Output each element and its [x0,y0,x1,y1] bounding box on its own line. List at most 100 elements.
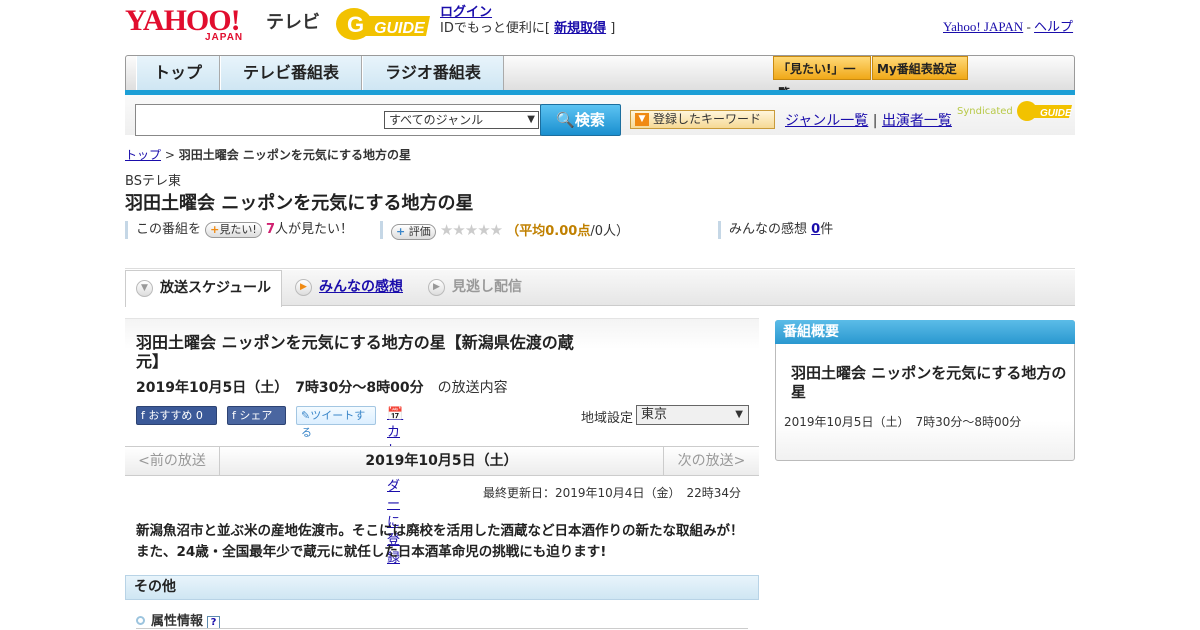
mitai-list-button[interactable]: 「見たい!」一覧 [773,56,871,100]
facebook-share-button[interactable]: f シェア [227,406,286,425]
search-icon: 🔍 [556,111,575,129]
rate-button[interactable]: + 評価 [391,224,436,240]
rating-close: /0人） [590,224,629,239]
tweet-button[interactable]: ✎ツイートする [296,406,376,439]
page-title: 羽田土曜会 ニッポンを元気にする地方の星 [125,193,474,214]
rating-stars-icon: ★★★★★ [439,221,503,239]
syndicated-gguide-badge: Syndicated GUIDE [957,100,1074,122]
region-select-value: 東京 [641,407,668,422]
dropdown-triangle-icon: ▼ [635,113,649,126]
facebook-recommend-label: おすすめ 0 [148,409,203,422]
gguide-logo[interactable]: G GUIDE [334,6,434,42]
genre-links: ジャンル一覧 | 出演者一覧 [785,110,952,130]
rating-open: （平均 [506,224,546,239]
episode-time-suffix: の放送内容 [437,380,508,396]
episode-description: 新潟魚沼市と並ぶ米の産地佐渡市。そこには廃校を活用した酒蔵など日本酒作りの新たな… [136,523,744,560]
help-link[interactable]: ヘルプ [1034,19,1073,34]
attribute-divider [136,628,748,629]
episode-title: 羽田土曜会 ニッポンを元気にする地方の星【新潟県佐渡の蔵元】 [136,333,574,371]
search-button[interactable]: 🔍検索 [540,104,621,136]
genre-select-value: すべてのジャンル [389,113,484,127]
breadcrumb: トップ > 羽田土曜会 ニッポンを元気にする地方の星 [125,146,411,163]
breadcrumb-current: 羽田土曜会 ニッポンを元気にする地方の星 [178,148,412,162]
syndicated-text: Syndicated [957,106,1013,117]
breadcrumb-separator: > [161,148,179,162]
plus-icon: + [396,225,406,238]
tv-label: テレビ [266,12,320,33]
rating-info: + 評価 ★★★★★ （平均0.00点/0人） [380,221,629,240]
tab-missed-streaming: ▶ 見逃し配信 [418,270,522,306]
nav-tab-tv-schedule[interactable]: テレビ番組表 [220,56,362,90]
breadcrumb-top-link[interactable]: トップ [125,148,161,162]
rate-pill-label: 評価 [408,225,431,238]
other-section-heading: その他 [125,575,759,600]
want-suffix: 人が見たい！ [274,222,353,237]
last-updated: 最終更新日：2019年10月4日（金） 22時34分 [483,486,741,500]
syndicated-gguide-text: GUIDE [1040,108,1072,119]
gguide-logo-text: GUIDE [374,20,426,37]
program-summary-heading: 番組概要 [775,320,1075,344]
region-label: 地域設定 [581,411,634,426]
program-tabs: ▼ 放送スケジュール ▶ みんなの感想 ▶ 見逃し配信 [125,270,1075,307]
region-select[interactable]: 東京 ▼ [636,405,749,425]
prev-broadcast-button[interactable]: <前の放送 [125,447,220,475]
want-to-watch-info: この番組を +見たい! 7人が見たい！ [125,221,353,239]
current-broadcast-date: 2019年10月5日（土） [365,453,518,469]
attribute-info-label: 属性情報 [151,614,204,629]
header-links: Yahoo! JAPAN - ヘルプ [943,16,1073,35]
main-nav: トップ テレビ番組表 ラジオ番組表 「見たい!」一覧 My番組表設定 [125,55,1075,100]
my-program-settings-button[interactable]: My番組表設定 [872,56,968,80]
rating-average: 0.00点 [545,224,591,239]
tab-reviews-label: みんなの感想 [319,279,403,295]
dropdown-arrow-icon: ▼ [527,114,535,125]
tab-schedule-label: 放送スケジュール [160,280,272,296]
impressions-suffix: 件 [820,222,834,237]
channel-name: BSテレ東 [125,174,181,189]
tab-everyone-reviews[interactable]: ▶ みんなの感想 [285,270,403,306]
impressions-count-link[interactable]: 0 [811,222,820,237]
attribute-info: 属性情報? [136,610,221,629]
calendar-icon: 📅 [387,407,404,422]
impressions-info: みんなの感想 0件 [718,221,833,239]
impressions-prefix: みんなの感想 [729,222,812,237]
twitter-bird-icon: ✎ [301,409,311,422]
tabs-top-divider [125,268,1075,269]
genre-list-link[interactable]: ジャンル一覧 [785,113,868,129]
want-count: 7 [265,222,275,237]
facebook-share-label: シェア [239,409,273,422]
link-divider: | [868,113,882,129]
next-broadcast-button[interactable]: 次の放送> [663,447,759,475]
dropdown-arrow-icon: ▼ [735,409,743,420]
facebook-recommend-button[interactable]: f おすすめ 0 [136,406,217,425]
program-summary-time: 2019年10月5日（土） 7時30分～8時00分 [784,415,1022,429]
login-link[interactable]: ログイン [440,5,492,20]
registered-keyword-button[interactable]: ▼ 登録したキーワード [630,110,775,129]
login-sub-suffix: ] [606,21,616,36]
register-link[interactable]: 新規取得 [554,21,606,36]
tab-broadcast-schedule[interactable]: ▼ 放送スケジュール [125,270,282,307]
nav-tab-top[interactable]: トップ [136,56,220,90]
want-to-watch-button[interactable]: +見たい! [205,222,262,238]
search-button-label: 検索 [574,111,605,129]
login-block: ログイン IDでもっと便利に[ 新規取得 ] [440,5,615,37]
tab-vod-label: 見逃し配信 [452,279,522,295]
want-pill-label: 見たい! [219,223,257,236]
genre-select[interactable]: すべてのジャンル ▼ [384,111,539,129]
chevron-right-icon: ▶ [295,279,312,296]
chevron-right-icon: ▶ [428,279,445,296]
login-sub-prefix: IDでもっと便利に[ [440,21,555,36]
episode-time: 2019年10月5日（土） 7時30分～8時00分 の放送内容 [136,377,508,397]
bullet-icon [136,616,145,625]
japan-logo-text: JAPAN [205,32,244,43]
nav-tab-radio-schedule[interactable]: ラジオ番組表 [362,56,504,90]
yahoo-japan-link[interactable]: Yahoo! JAPAN [943,19,1023,34]
episode-time-value: 2019年10月5日（土） 7時30分～8時00分 [136,380,424,396]
yahoo-japan-logo[interactable]: YAHOO! JAPAN [125,6,242,44]
svg-text:G: G [347,12,364,37]
broadcast-date-nav: <前の放送 2019年10月5日（土） 次の放送> [125,446,759,476]
plus-icon: + [210,223,220,236]
header-separator: - [1023,19,1035,34]
chevron-down-icon: ▼ [136,280,153,297]
performer-list-link[interactable]: 出演者一覧 [882,113,952,129]
want-prefix: この番組を [136,222,202,237]
